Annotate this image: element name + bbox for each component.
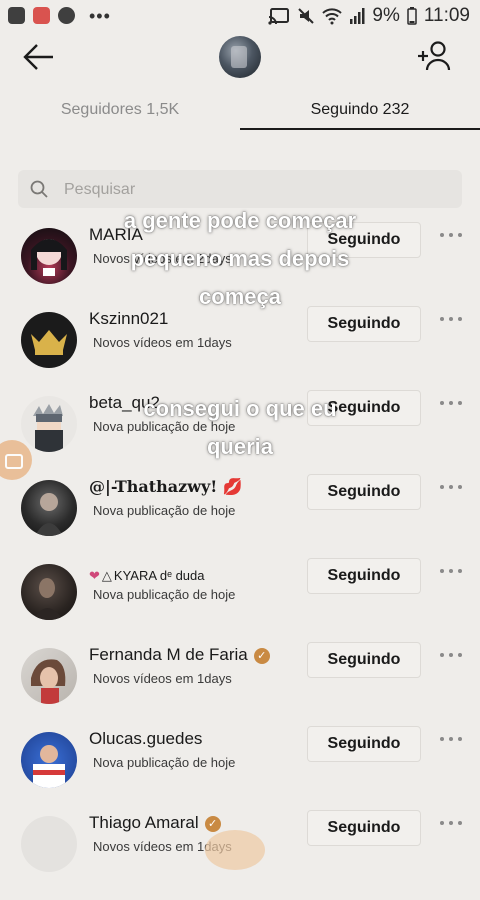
username[interactable]: Thiago Amaral ✓: [89, 813, 221, 833]
verified-badge-icon: ✓: [204, 816, 221, 832]
more-options-icon[interactable]: [440, 401, 462, 409]
activity-text: Nova publicação de hoje: [93, 419, 236, 434]
tab-following[interactable]: Seguindo 232: [240, 90, 480, 130]
username[interactable]: MARIA: [89, 225, 143, 245]
following-button[interactable]: Seguindo: [307, 558, 421, 594]
following-button[interactable]: Seguindo: [307, 390, 421, 426]
search-bar: [18, 170, 462, 210]
more-options-icon[interactable]: [440, 569, 462, 577]
arrow-left-icon[interactable]: [22, 42, 56, 72]
battery-percent: 9%: [372, 5, 400, 26]
avatar[interactable]: [21, 564, 77, 620]
username[interactable]: Kszinn021: [89, 309, 168, 329]
username[interactable]: ❤ △ KYARA dᵉ duda: [89, 568, 205, 584]
avatar[interactable]: [21, 228, 77, 284]
profile-avatar[interactable]: [219, 36, 261, 78]
avatar[interactable]: [21, 480, 77, 536]
more-options-icon[interactable]: [440, 485, 462, 493]
avatar[interactable]: [21, 732, 77, 788]
activity-text: Novos vídeos em 2days: [93, 251, 232, 266]
clock: 11:09: [423, 5, 470, 26]
signal-icon: [350, 8, 365, 24]
username[interactable]: Olucas.guedes: [89, 729, 202, 749]
tab-followers[interactable]: Seguidores 1,5K: [0, 90, 240, 130]
cast-icon: [268, 8, 290, 25]
battery-icon: [407, 7, 417, 25]
kyara-logo-icon: △: [101, 568, 112, 583]
tabs: Seguidores 1,5K Seguindo 232: [0, 90, 480, 132]
activity-text: Novos vídeos em 1days: [93, 671, 232, 686]
username[interactable]: Fernanda M de Faria ✓: [89, 645, 270, 665]
verified-badge-icon: ✓: [253, 648, 270, 664]
list-item[interactable]: @|-Thathazwy! 💋 Nova publicação de hoje …: [0, 474, 480, 564]
top-bar: [0, 34, 480, 84]
following-button[interactable]: Seguindo: [307, 306, 421, 342]
more-options-icon[interactable]: [440, 233, 462, 241]
add-user-icon[interactable]: [416, 40, 452, 72]
touch-indicator: [205, 830, 265, 870]
list-item[interactable]: beta_qu2 Nova publicação de hoje Seguind…: [0, 390, 480, 480]
following-button[interactable]: Seguindo: [307, 726, 421, 762]
video-call-icon: [8, 7, 25, 24]
more-options-icon[interactable]: [440, 653, 462, 661]
username[interactable]: @|-Thathazwy! 💋: [89, 477, 243, 496]
list-item[interactable]: ❤ △ KYARA dᵉ duda Nova publicação de hoje …: [0, 558, 480, 648]
list-item[interactable]: Olucas.guedes Nova publicação de hoje Se…: [0, 726, 480, 816]
username[interactable]: beta_qu2: [89, 393, 160, 413]
search-icon: [30, 180, 48, 198]
avatar[interactable]: [21, 312, 77, 368]
avatar[interactable]: [21, 396, 77, 452]
wifi-icon: [322, 8, 343, 25]
facebook-icon: [58, 7, 75, 24]
avatar[interactable]: [21, 816, 77, 872]
list-item[interactable]: Fernanda M de Faria ✓ Novos vídeos em 1da…: [0, 642, 480, 732]
more-notifications-icon: •••: [89, 5, 111, 26]
app-grid-icon: [33, 7, 50, 24]
avatar[interactable]: [21, 648, 77, 704]
more-options-icon[interactable]: [440, 317, 462, 325]
following-button[interactable]: Seguindo: [307, 642, 421, 678]
activity-text: Nova publicação de hoje: [93, 587, 236, 602]
activity-text: Novos vídeos em 1days: [93, 335, 232, 350]
heart-icon: ❤: [89, 568, 100, 583]
list-item[interactable]: Kszinn021 Novos vídeos em 1days Seguindo: [0, 306, 480, 396]
status-bar: ••• 9% 11:09: [0, 0, 480, 34]
active-tab-indicator: [240, 128, 480, 130]
following-button[interactable]: Seguindo: [307, 474, 421, 510]
following-button[interactable]: Seguindo: [307, 810, 421, 846]
activity-text: Nova publicação de hoje: [93, 755, 236, 770]
activity-text: Nova publicação de hoje: [93, 503, 236, 518]
following-button[interactable]: Seguindo: [307, 222, 421, 258]
list-item[interactable]: MARIA Novos vídeos em 2days Seguindo: [0, 222, 480, 312]
more-options-icon[interactable]: [440, 821, 462, 829]
more-options-icon[interactable]: [440, 737, 462, 745]
mute-icon: [298, 8, 315, 24]
search-input[interactable]: [62, 170, 446, 210]
